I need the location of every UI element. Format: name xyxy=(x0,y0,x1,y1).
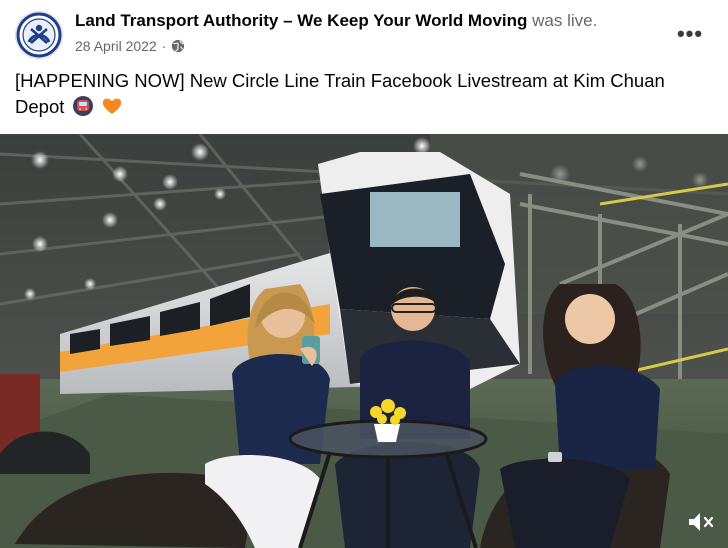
metro-train-emoji xyxy=(72,96,93,116)
lta-logo-icon xyxy=(16,12,62,58)
globe-icon xyxy=(172,39,185,53)
speaker-muted-icon xyxy=(689,513,714,531)
post-meta: 28 April 2022 · xyxy=(75,38,185,54)
mute-toggle-button[interactable] xyxy=(686,510,716,534)
post-date-link[interactable]: 28 April 2022 xyxy=(75,38,157,54)
page-name-link[interactable]: Land Transport Authority – We Keep Your … xyxy=(75,11,527,30)
orange-heart-emoji xyxy=(102,98,121,114)
post-message: [HAPPENING NOW] New Circle Line Train Fa… xyxy=(15,68,705,120)
more-options-button[interactable]: ••• xyxy=(672,22,708,46)
live-status-text: was live. xyxy=(532,11,598,30)
post-header: Land Transport Authority – We Keep Your … xyxy=(0,0,728,64)
page-avatar[interactable] xyxy=(15,11,63,59)
meta-separator: · xyxy=(161,38,167,54)
more-options-icon: ••• xyxy=(676,21,704,46)
page-name-line: Land Transport Authority – We Keep Your … xyxy=(75,11,597,31)
live-video-frame[interactable] xyxy=(0,134,728,548)
video-frame xyxy=(0,134,728,548)
